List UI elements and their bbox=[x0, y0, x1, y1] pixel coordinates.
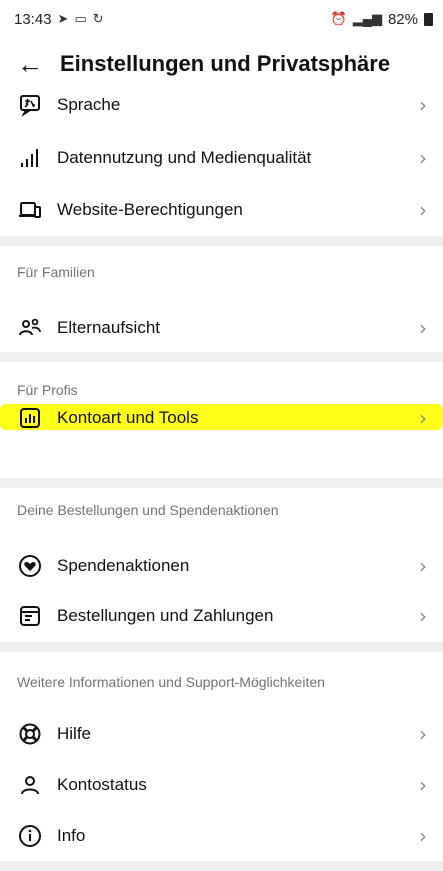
chevron-right-icon: › bbox=[419, 773, 427, 797]
sync-icon: ↻ bbox=[92, 11, 104, 26]
devices-icon bbox=[17, 197, 43, 223]
chevron-right-icon: › bbox=[419, 406, 427, 430]
menu-item-label: Info bbox=[57, 826, 86, 845]
chevron-right-icon: › bbox=[419, 554, 427, 578]
menu-item-label: Hilfe bbox=[57, 724, 92, 743]
menu-item-label: Kontostatus bbox=[57, 775, 147, 794]
menu-item-sprache[interactable]: Sprache › bbox=[0, 77, 443, 133]
status-time: 13:43 bbox=[14, 10, 52, 28]
arrow-left-icon: ← bbox=[17, 48, 43, 79]
chevron-right-icon: › bbox=[419, 146, 427, 170]
section-divider bbox=[0, 352, 443, 362]
info-icon bbox=[17, 823, 43, 849]
menu-item-kontoart-und-tools[interactable]: Kontoart und Tools › bbox=[0, 390, 443, 446]
orders-icon bbox=[17, 603, 43, 629]
menu-item-hilfe[interactable]: Hilfe › bbox=[0, 706, 443, 762]
chevron-right-icon: › bbox=[419, 198, 427, 222]
menu-item-label: Bestellungen und Zahlungen bbox=[57, 606, 274, 625]
page-title: Einstellungen und Privatsphäre bbox=[60, 51, 391, 76]
menu-item-label: Sprache bbox=[57, 95, 121, 114]
chevron-right-icon: › bbox=[419, 93, 427, 117]
insights-icon bbox=[17, 405, 43, 431]
menu-item-bestellungen-und-zahlungen[interactable]: Bestellungen und Zahlungen › bbox=[0, 588, 443, 644]
section-header-bestellungen: Deine Bestellungen und Spendenaktionen bbox=[17, 502, 279, 518]
menu-item-label: Datennutzung und Medienqualität bbox=[57, 148, 312, 167]
notification-icon: ▭ bbox=[74, 11, 87, 26]
family-icon bbox=[17, 315, 43, 341]
chevron-right-icon: › bbox=[419, 604, 427, 628]
menu-item-label: Website-Berechtigungen bbox=[57, 200, 243, 219]
section-header-weitere: Weitere Informationen und Support-Möglic… bbox=[17, 674, 325, 690]
status-left: 13:43 ➤ ▭ ↻ bbox=[14, 11, 104, 28]
menu-item-website-berechtigungen[interactable]: Website-Berechtigungen › bbox=[0, 182, 443, 238]
menu-item-label: Kontoart und Tools bbox=[57, 408, 199, 427]
battery-percent: 82% bbox=[387, 10, 418, 28]
chevron-right-icon: › bbox=[419, 824, 427, 848]
section-divider bbox=[0, 478, 443, 488]
menu-item-spendenaktionen[interactable]: Spendenaktionen › bbox=[0, 538, 443, 594]
chevron-right-icon: › bbox=[419, 316, 427, 340]
menu-item-label: Spendenaktionen bbox=[57, 556, 190, 575]
send-icon: ➤ bbox=[57, 11, 69, 26]
person-icon bbox=[17, 772, 43, 798]
menu-item-elternaufsicht[interactable]: Elternaufsicht › bbox=[0, 300, 443, 356]
lifebuoy-icon bbox=[17, 721, 43, 747]
signal-icon: ▂▄▆ bbox=[352, 11, 382, 26]
section-divider bbox=[0, 236, 443, 246]
section-header-familien: Für Familien bbox=[17, 264, 95, 280]
chevron-right-icon: › bbox=[419, 722, 427, 746]
menu-item-info[interactable]: Info › bbox=[0, 808, 443, 864]
battery-icon bbox=[424, 12, 433, 26]
section-divider bbox=[0, 642, 443, 652]
language-icon bbox=[17, 92, 43, 118]
menu-item-kontostatus[interactable]: Kontostatus › bbox=[0, 757, 443, 813]
menu-item-datennutzung[interactable]: Datennutzung und Medienqualität › bbox=[0, 130, 443, 186]
section-divider bbox=[0, 861, 443, 871]
status-right: ⏰ ▂▄▆ 82% bbox=[331, 11, 433, 28]
data-usage-icon bbox=[17, 145, 43, 171]
menu-item-label: Elternaufsicht bbox=[57, 318, 160, 337]
fundraiser-icon bbox=[17, 553, 43, 579]
status-bar: 13:43 ➤ ▭ ↻ ⏰ ▂▄▆ 82% bbox=[0, 0, 443, 38]
alarm-icon: ⏰ bbox=[330, 11, 347, 26]
